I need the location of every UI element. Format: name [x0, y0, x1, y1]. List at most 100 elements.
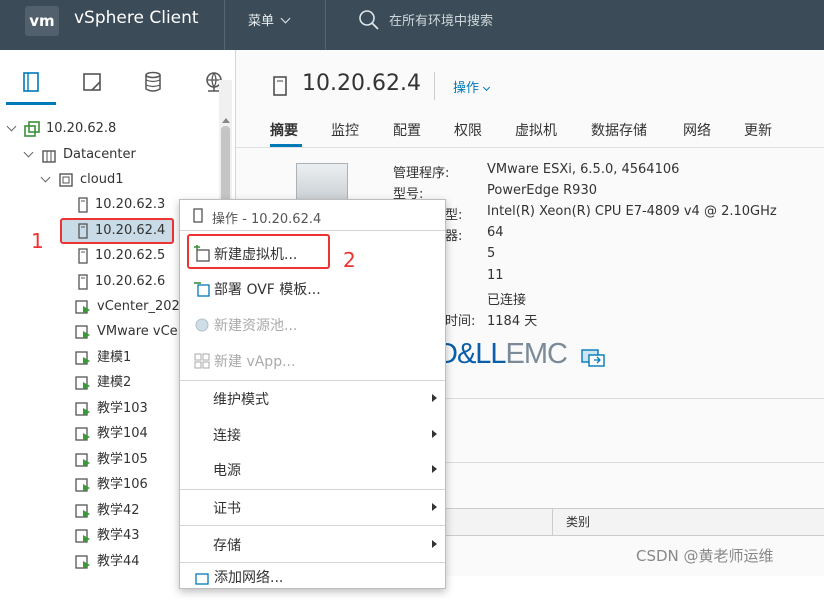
tree-item-label: 教学105 [97, 452, 148, 467]
chevron-down-icon [482, 83, 491, 92]
tree-item-label: 10.20.62.5 [95, 248, 166, 263]
highlight-box-new-vm [187, 234, 330, 269]
tab-networks[interactable]: 网络 [683, 120, 711, 140]
tree-item-label: 10.20.62.6 [95, 274, 166, 289]
vm-powered-on-icon [75, 375, 90, 390]
tree-item-cluster[interactable]: cloud1 [58, 169, 123, 191]
tree-item-label: vCenter_202 [97, 299, 180, 314]
tree-item-vm[interactable]: 建模1 [75, 347, 131, 369]
tab-monitor[interactable]: 监控 [331, 120, 359, 140]
divider [180, 230, 445, 231]
submenu-arrow-icon [432, 540, 437, 548]
host-icon [78, 222, 88, 239]
tree-item-label: 10.20.62.3 [95, 197, 166, 212]
tree-item-vcenter[interactable]: 10.20.62.8 [24, 118, 116, 140]
vms-templates-icon[interactable] [80, 70, 104, 94]
actions-dropdown[interactable]: 操作 [453, 77, 491, 96]
tab-datastores[interactable]: 数据存储 [591, 120, 647, 140]
tree-item-label: 教学42 [97, 503, 140, 518]
menu-item-label: 存储 [213, 538, 241, 554]
tree-item-label: cloud1 [80, 172, 124, 187]
annotation-step-2: 2 [343, 248, 356, 272]
summary-value: 已连接 [487, 293, 527, 308]
menu-item-deploy-ovf[interactable]: 部署 OVF 模板... [180, 270, 445, 306]
host-icon [78, 273, 88, 290]
vmware-logo[interactable]: vm [25, 6, 59, 36]
submenu-arrow-icon [432, 503, 437, 511]
menu-item-new-vapp[interactable]: 新建 vApp... [180, 342, 445, 378]
hosts-clusters-icon[interactable] [19, 70, 43, 94]
tab-summary[interactable]: 摘要 [270, 120, 298, 140]
actions-label: 操作 [453, 81, 480, 96]
menu-button[interactable]: 菜单 [248, 10, 291, 29]
summary-label: 管理程序: [393, 166, 450, 181]
scroll-up-arrow-icon[interactable] [222, 118, 230, 123]
menu-item-label: 部署 OVF 模板... [214, 282, 321, 298]
tab-configure[interactable]: 配置 [393, 120, 421, 140]
vm-powered-on-icon [75, 554, 90, 569]
add-network-icon [195, 573, 209, 585]
table-header [440, 508, 824, 536]
active-tab-indicator [6, 102, 56, 105]
tree-item-host-selected[interactable]: 10.20.62.4 [77, 220, 165, 242]
tree-item-host[interactable]: 10.20.62.3 [77, 194, 165, 216]
menu-item-certificates[interactable]: 证书 [180, 489, 445, 525]
summary-value: 64 [487, 225, 504, 240]
tree-item-label: Datacenter [63, 147, 136, 162]
watermark: CSDN @黄老师运维 [636, 547, 774, 565]
server-image [296, 163, 348, 203]
datacenter-icon [42, 149, 56, 163]
page-title: 10.20.62.4 [302, 71, 421, 96]
tree-item-vm[interactable]: 教学104 [75, 423, 148, 445]
menu-item-new-resource-pool[interactable]: 新建资源池... [180, 306, 445, 342]
tree-item-vm[interactable]: 教学42 [75, 500, 140, 522]
tree-item-host[interactable]: 10.20.62.6 [77, 271, 165, 293]
launch-console-icon[interactable] [580, 346, 606, 368]
tree-item-label: 教学44 [97, 554, 140, 569]
host-icon [273, 76, 287, 96]
dell-emc-logo: D&LLEMC [437, 338, 568, 370]
tree-item-vm[interactable]: 教学103 [75, 398, 148, 420]
menu-item-connection[interactable]: 连接 [180, 416, 445, 452]
tree-item-host[interactable]: 10.20.62.5 [77, 245, 165, 267]
tree-item-label: 建模2 [97, 375, 132, 390]
menu-item-label: 新建资源池... [214, 318, 298, 334]
tree-item-vm[interactable]: vCenter_202 [75, 296, 180, 318]
tab-updates[interactable]: 更新 [744, 120, 772, 140]
menu-item-maintenance-mode[interactable]: 维护模式 [180, 380, 445, 416]
column-header-category[interactable]: 类别 [566, 513, 590, 530]
menu-item-add-networking[interactable]: 添加网络... [180, 564, 445, 600]
host-icon [78, 247, 88, 264]
tab-permissions[interactable]: 权限 [454, 120, 482, 140]
vapp-icon [194, 353, 210, 369]
menu-item-power[interactable]: 电源 [180, 451, 445, 487]
app-title[interactable]: vSphere Client [74, 8, 199, 28]
column-divider[interactable] [552, 508, 553, 536]
tab-vms[interactable]: 虚拟机 [515, 120, 557, 140]
tree-item-label: 教学106 [97, 477, 148, 492]
summary-value: 5 [487, 246, 496, 261]
tree-item-vm[interactable]: VMware vCe [75, 321, 178, 343]
tree-item-vm[interactable]: 建模2 [75, 372, 131, 394]
chevron-down-icon [280, 13, 291, 24]
menu-item-label: 连接 [213, 428, 241, 444]
vm-powered-on-icon [75, 401, 90, 416]
sidebar-tabs [0, 50, 236, 108]
menu-item-storage[interactable]: 存储 [180, 526, 445, 562]
tree-item-vm[interactable]: 教学105 [75, 449, 148, 471]
storage-icon[interactable] [141, 70, 165, 94]
tree-item-vm[interactable]: 教学106 [75, 474, 148, 496]
tree-item-label: VMware vCe [97, 324, 178, 339]
tree-item-vm[interactable]: 教学44 [75, 551, 140, 573]
search-input[interactable]: 在所有环境中搜索 [389, 10, 493, 29]
tree-item-datacenter[interactable]: Datacenter [41, 144, 136, 166]
search-icon[interactable] [358, 9, 380, 31]
menu-item-label: 维护模式 [213, 392, 269, 408]
summary-value: Intel(R) Xeon(R) CPU E7-4809 v4 @ 2.10GH… [487, 204, 777, 219]
tree-item-vm[interactable]: 教学43 [75, 525, 140, 547]
tree-item-label: 10.20.62.8 [46, 121, 117, 136]
divider [236, 147, 824, 148]
annotation-step-1: 1 [31, 229, 44, 253]
cluster-icon [59, 172, 73, 187]
host-icon [193, 208, 203, 223]
